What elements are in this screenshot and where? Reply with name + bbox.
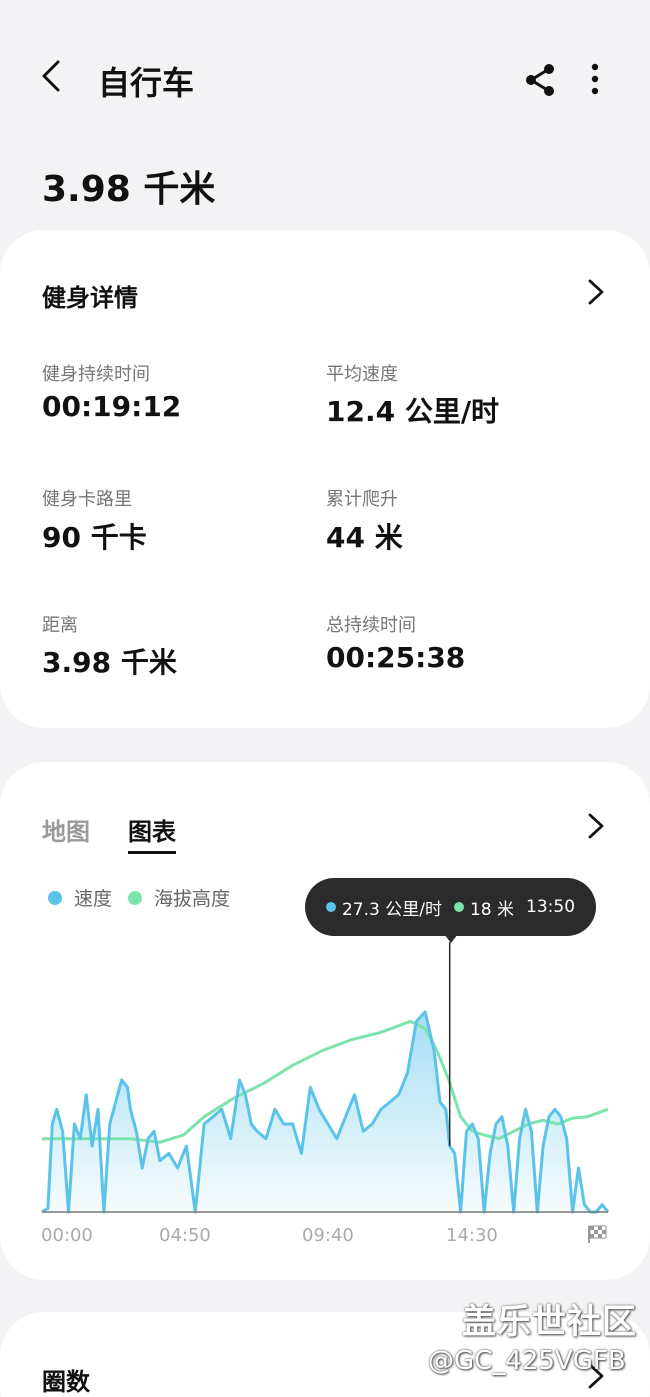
- stat-value-distance: 3.98 千米: [42, 646, 177, 679]
- stat-value-total-duration: 00:25:38: [326, 641, 466, 674]
- stat-value-duration: 00:19:12: [42, 390, 182, 423]
- legend-dot-altitude: [128, 890, 142, 905]
- stat-label-duration: 健身持续时间: [42, 364, 150, 385]
- x-tick-label: 04:50: [159, 1225, 211, 1246]
- stat-label-distance: 距离: [42, 615, 78, 636]
- chart-tooltip: 27.3 公里/时 18 米 13:50: [305, 878, 596, 936]
- stat-label-total-duration: 总持续时间: [326, 615, 416, 636]
- workout-details-card[interactable]: 健身详情 健身持续时间 00:19:12 平均速度 12.4 公里/时 健身卡路…: [0, 230, 650, 728]
- watermark-community: 盖乐世社区: [462, 1302, 637, 1342]
- tooltip-altitude-value: 18 米: [469, 899, 515, 920]
- share-icon: [526, 64, 554, 96]
- more-options-button[interactable]: [578, 60, 612, 100]
- watermark-user: @GC_425VGFB: [428, 1346, 626, 1376]
- legend-dot-speed: [48, 890, 62, 905]
- legend-altitude-label: 海拔高度: [154, 888, 231, 910]
- legend-altitude: 海拔高度: [128, 884, 230, 911]
- stat-label-calories: 健身卡路里: [42, 489, 132, 510]
- x-tick-label: 00:00: [41, 1225, 93, 1246]
- back-button[interactable]: [32, 56, 72, 96]
- stat-label-avg-speed: 平均速度: [326, 364, 398, 385]
- chevron-left-icon: [42, 60, 60, 92]
- page-title: 自行车: [98, 64, 195, 102]
- tooltip-dot-speed: [325, 902, 336, 912]
- x-tick-label: 14:30: [446, 1225, 498, 1246]
- tooltip-dot-altitude: [453, 902, 464, 912]
- finish-flag-icon: [588, 1225, 607, 1243]
- laps-title: 圈数: [42, 1368, 90, 1396]
- total-distance-heading: 3.98 千米: [42, 169, 216, 210]
- details-title: 健身详情: [42, 284, 138, 312]
- stat-value-elevation-gain: 44 米: [326, 521, 403, 554]
- speed-altitude-chart[interactable]: [0, 932, 650, 1222]
- tooltip-speed-value: 27.3 公里/时: [341, 899, 442, 920]
- chevron-right-icon[interactable]: [584, 278, 608, 306]
- tab-map[interactable]: 地图: [42, 812, 90, 847]
- map-chart-card: 地图 图表 速度 海拔高度 27.3 公里/时 18 米 13:50 00:00…: [0, 762, 650, 1280]
- speed-area: [42, 1011, 608, 1212]
- tooltip-speed: 27.3 公里/时: [325, 895, 442, 920]
- share-button[interactable]: [520, 60, 560, 100]
- stat-label-elevation-gain: 累计爬升: [326, 489, 398, 510]
- stat-value-calories: 90 千卡: [42, 521, 147, 554]
- tooltip-time: 13:50: [526, 897, 576, 917]
- chevron-right-icon[interactable]: [584, 812, 608, 840]
- tab-chart[interactable]: 图表: [128, 812, 176, 854]
- top-app-bar: 自行车: [0, 40, 650, 120]
- x-tick-label: 09:40: [302, 1225, 354, 1246]
- legend-speed-label: 速度: [74, 888, 113, 910]
- tooltip-altitude: 18 米: [453, 895, 515, 920]
- stat-value-avg-speed: 12.4 公里/时: [326, 395, 500, 428]
- legend-speed: 速度: [48, 884, 112, 911]
- more-vertical-icon: [591, 63, 599, 95]
